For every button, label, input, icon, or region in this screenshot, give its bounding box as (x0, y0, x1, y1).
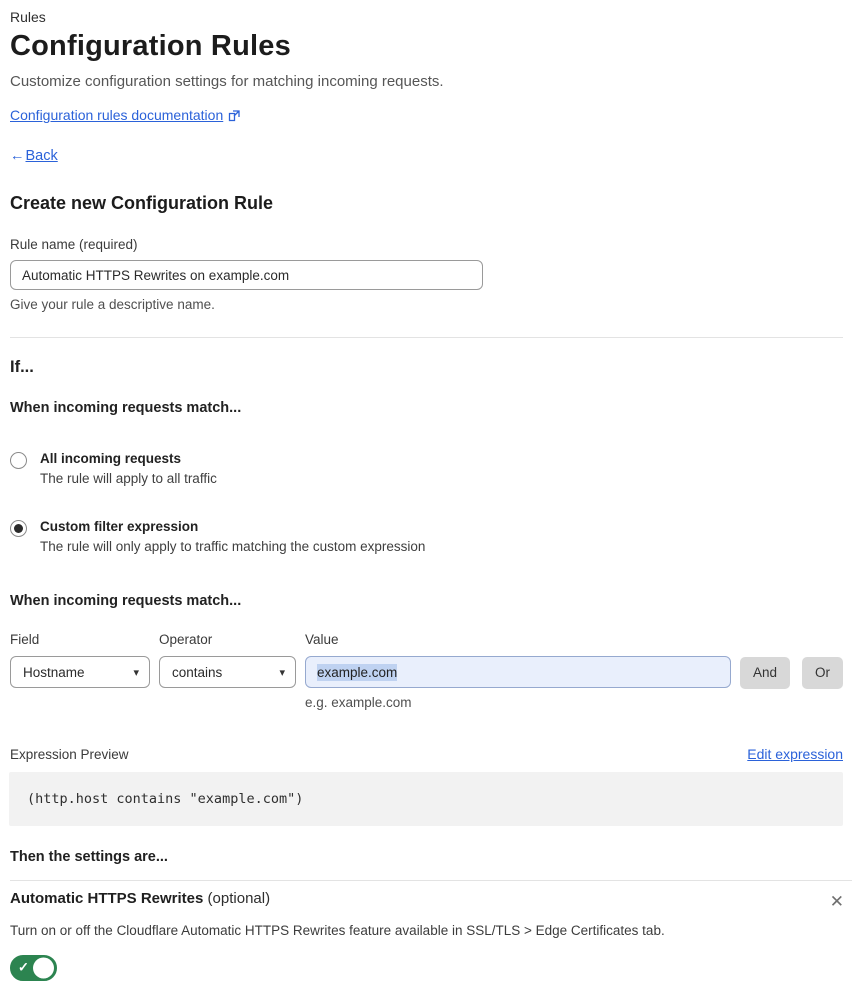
operator-select-value: contains (172, 664, 223, 680)
expression-preview-box: (http.host contains "example.com") (9, 772, 843, 826)
value-input[interactable]: example.com (305, 656, 731, 688)
back-link[interactable]: Back (26, 148, 58, 164)
page-title: Configuration Rules (10, 30, 291, 62)
value-input-text: example.com (317, 663, 398, 681)
setting-title-optional: (optional) (207, 890, 271, 907)
create-rule-heading: Create new Configuration Rule (10, 193, 274, 213)
setting-title-name: Automatic HTTPS Rewrites (10, 890, 204, 907)
breadcrumb: Rules (10, 9, 46, 25)
check-icon: ✓ (18, 959, 29, 975)
rule-name-input[interactable] (10, 260, 483, 290)
setting-description: Turn on or off the Cloudflare Automatic … (10, 923, 665, 938)
expression-preview-label: Expression Preview (10, 747, 129, 762)
builder-heading: When incoming requests match... (10, 593, 242, 609)
chevron-down-icon: ▾ (133, 666, 139, 679)
radio-option-description: The rule will only apply to traffic matc… (40, 539, 426, 554)
rule-name-label: Rule name (required) (10, 237, 138, 252)
expression-preview-row: Expression Preview Edit expression (10, 746, 843, 762)
radio-option-label: Custom filter expression (40, 519, 199, 534)
https-rewrites-toggle[interactable]: ✓ (10, 955, 57, 981)
expression-text: (http.host contains "example.com") (27, 791, 304, 807)
field-column: Field Hostname ▾ (10, 632, 150, 688)
radio-option-description: The rule will apply to all traffic (40, 471, 217, 486)
value-helper: e.g. example.com (305, 695, 412, 710)
operator-column: Operator contains ▾ (159, 632, 296, 688)
radio-unchecked-icon[interactable] (10, 452, 27, 469)
settings-divider (10, 880, 852, 881)
radio-option-all-incoming[interactable]: All incoming requests The rule will appl… (10, 451, 843, 486)
then-settings-heading: Then the settings are... (10, 849, 168, 865)
close-icon[interactable]: ✕ (828, 891, 846, 912)
setting-header: Automatic HTTPS Rewrites (optional) ✕ (10, 890, 846, 912)
value-column: Value example.com e.g. example.com (305, 632, 731, 710)
operator-label: Operator (159, 632, 213, 647)
if-heading: If... (10, 358, 34, 376)
page-subtitle: Customize configuration settings for mat… (10, 73, 444, 90)
operator-select[interactable]: contains ▾ (159, 656, 296, 688)
edit-expression-link[interactable]: Edit expression (747, 746, 843, 762)
field-label: Field (10, 632, 40, 647)
chevron-down-icon: ▾ (279, 666, 285, 679)
radio-option-custom-filter[interactable]: Custom filter expression The rule will o… (10, 519, 843, 554)
expression-builder-row: Field Hostname ▾ Operator contains ▾ Val… (10, 632, 843, 710)
back-link-row: ← Back (10, 148, 843, 164)
radio-checked-icon[interactable] (10, 520, 27, 537)
documentation-link[interactable]: Configuration rules documentation (10, 107, 223, 123)
or-button[interactable]: Or (802, 657, 843, 689)
documentation-link-row: Configuration rules documentation (10, 107, 843, 123)
setting-title: Automatic HTTPS Rewrites (optional) (10, 890, 270, 907)
radio-option-label: All incoming requests (40, 451, 182, 466)
configuration-rules-page: Rules Configuration Rules Customize conf… (0, 0, 852, 986)
section-divider (10, 337, 843, 338)
match-heading: When incoming requests match... (10, 400, 242, 416)
external-link-icon (228, 109, 240, 122)
value-label: Value (305, 632, 339, 647)
field-select[interactable]: Hostname ▾ (10, 656, 150, 688)
rule-name-helper: Give your rule a descriptive name. (10, 297, 215, 312)
back-arrow-icon: ← (10, 148, 25, 164)
field-select-value: Hostname (23, 664, 85, 680)
and-button[interactable]: And (739, 657, 790, 689)
toggle-knob (33, 957, 54, 979)
and-or-buttons: And Or (739, 632, 843, 689)
